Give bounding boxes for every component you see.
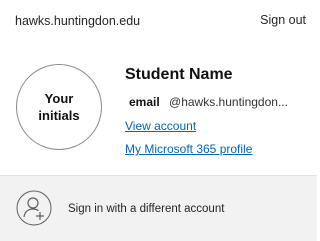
view-account-link[interactable]: View account <box>125 119 196 133</box>
organization-domain: hawks.huntingdon.edu <box>15 14 141 28</box>
email-label: email <box>129 95 160 109</box>
sign-in-different-account-label: Sign in with a different account <box>68 203 225 215</box>
avatar-text-line1: Your <box>44 91 74 106</box>
sign-out-button[interactable]: Sign out <box>260 13 306 27</box>
avatar: Your initials <box>16 64 102 150</box>
email-row: email @hawks.huntingdon... <box>129 95 311 109</box>
account-name: Student Name <box>125 66 233 83</box>
person-add-icon <box>16 190 52 226</box>
account-header: hawks.huntingdon.edu Sign out <box>0 0 317 44</box>
m365-profile-link[interactable]: My Microsoft 365 profile <box>125 142 252 156</box>
sign-in-different-account-button[interactable]: Sign in with a different account <box>0 175 317 241</box>
email-value: @hawks.huntingdon... <box>169 95 288 109</box>
avatar-text-line2: initials <box>38 108 80 123</box>
